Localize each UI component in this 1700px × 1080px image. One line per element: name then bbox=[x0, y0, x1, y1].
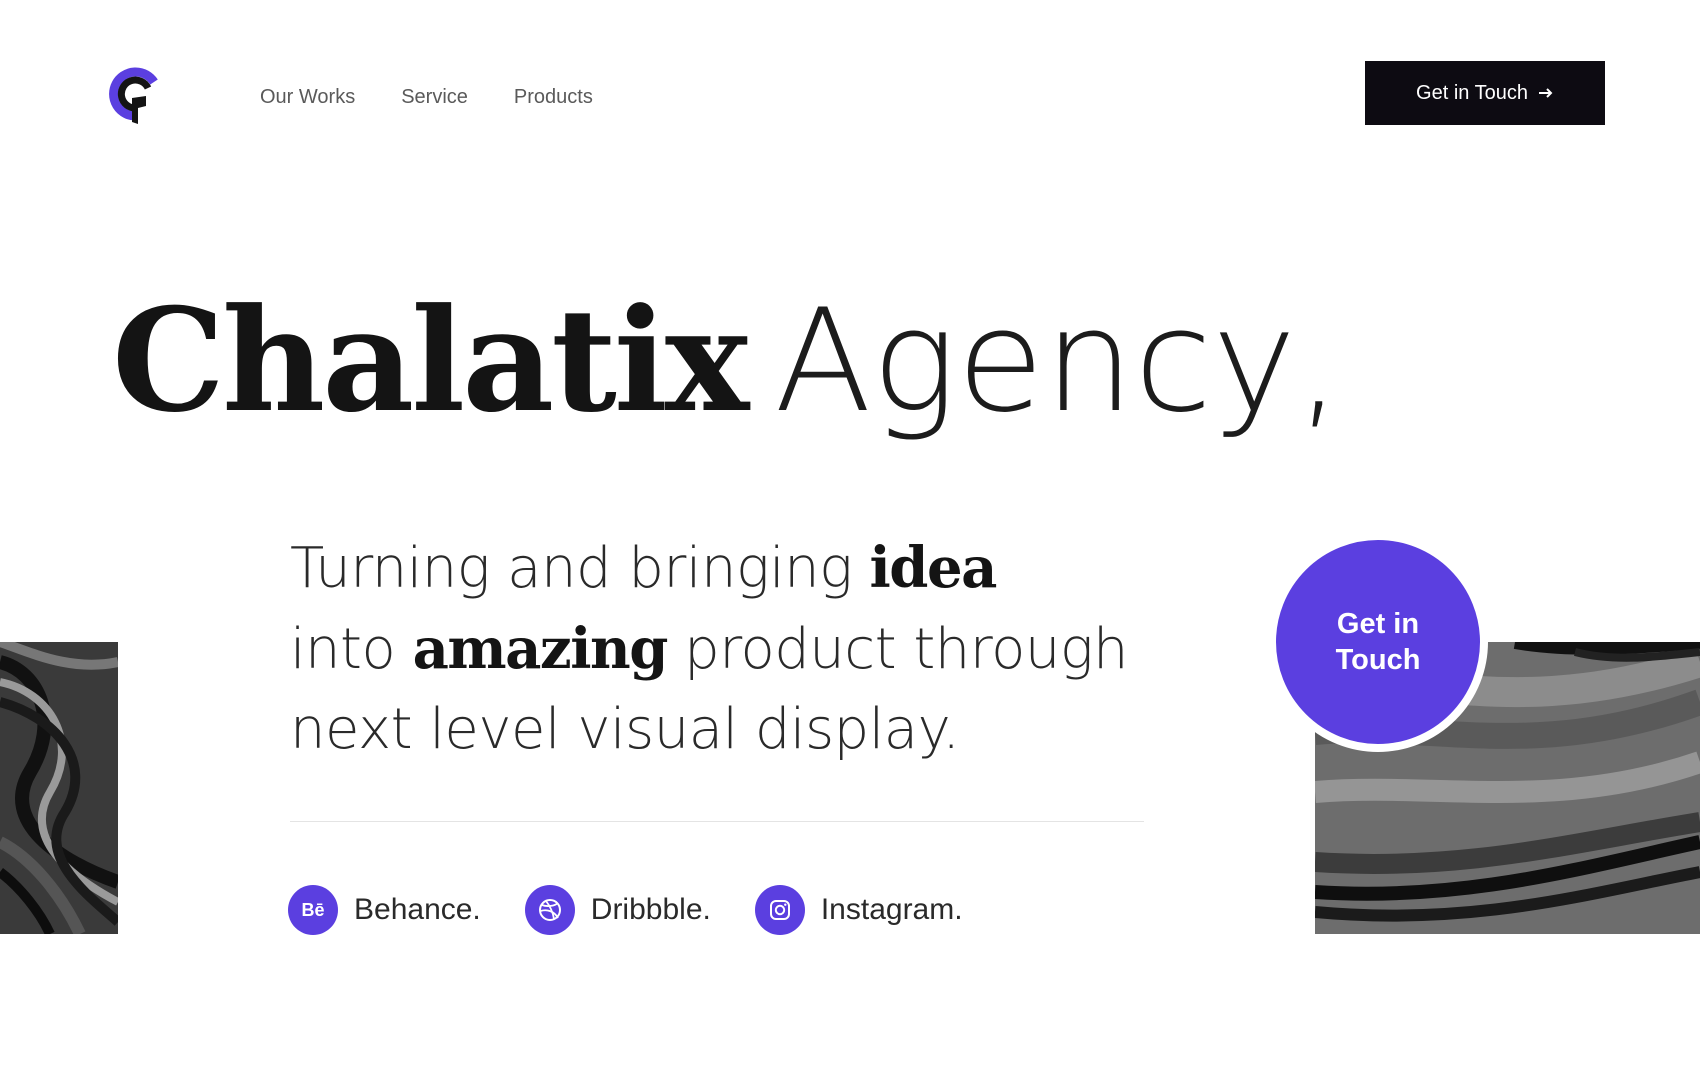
brand-logo[interactable] bbox=[108, 66, 164, 130]
instagram-icon bbox=[754, 885, 805, 935]
circle-cta-line2: Touch bbox=[1335, 644, 1421, 676]
behance-label: Behance. bbox=[354, 893, 481, 926]
behance-icon: Bē bbox=[288, 885, 338, 935]
subtitle-emphasis-amazing: amazing bbox=[412, 616, 669, 682]
subtitle-text: product through bbox=[666, 617, 1128, 682]
hero-brand: Chalatix bbox=[112, 278, 749, 444]
subtitle-text: into bbox=[290, 617, 413, 682]
arrow-right-icon bbox=[1538, 84, 1554, 102]
hero-title: Chalatix Agency, bbox=[112, 290, 1341, 433]
page: Our Works Service Products Get in Touch … bbox=[0, 0, 1700, 1080]
get-in-touch-label: Get in Touch bbox=[1416, 81, 1528, 104]
instagram-label: Instagram. bbox=[820, 893, 963, 926]
social-links: Bē Behance. Dribbble. Instagram. bbox=[288, 885, 963, 935]
divider bbox=[290, 821, 1144, 822]
circle-get-in-touch-button[interactable]: Get in Touch bbox=[1268, 532, 1488, 752]
dribbble-link[interactable]: Dribbble. bbox=[524, 885, 711, 935]
circle-cta-line1: Get in bbox=[1336, 608, 1420, 640]
nav-item-products[interactable]: Products bbox=[514, 86, 593, 109]
nav-item-service[interactable]: Service bbox=[401, 86, 468, 109]
subtitle-text: Turning and bringing bbox=[290, 536, 870, 601]
get-in-touch-button[interactable]: Get in Touch bbox=[1365, 61, 1605, 125]
behance-link[interactable]: Bē Behance. bbox=[288, 885, 481, 935]
hero-subtitle: Turning and bringing idea into amazing p… bbox=[290, 528, 1160, 770]
marble-image-left bbox=[0, 642, 118, 934]
subtitle-emphasis-idea: idea bbox=[869, 535, 998, 601]
dribbble-icon bbox=[524, 885, 575, 935]
hero-title-rest: Agency, bbox=[774, 279, 1342, 444]
subtitle-text: next level visual display. bbox=[290, 697, 960, 762]
nav-item-our-works[interactable]: Our Works bbox=[260, 86, 355, 109]
behance-icon-text: Bē bbox=[301, 899, 325, 920]
dribbble-label: Dribbble. bbox=[590, 893, 711, 926]
instagram-link[interactable]: Instagram. bbox=[754, 885, 963, 935]
main-nav: Our Works Service Products bbox=[260, 86, 593, 109]
